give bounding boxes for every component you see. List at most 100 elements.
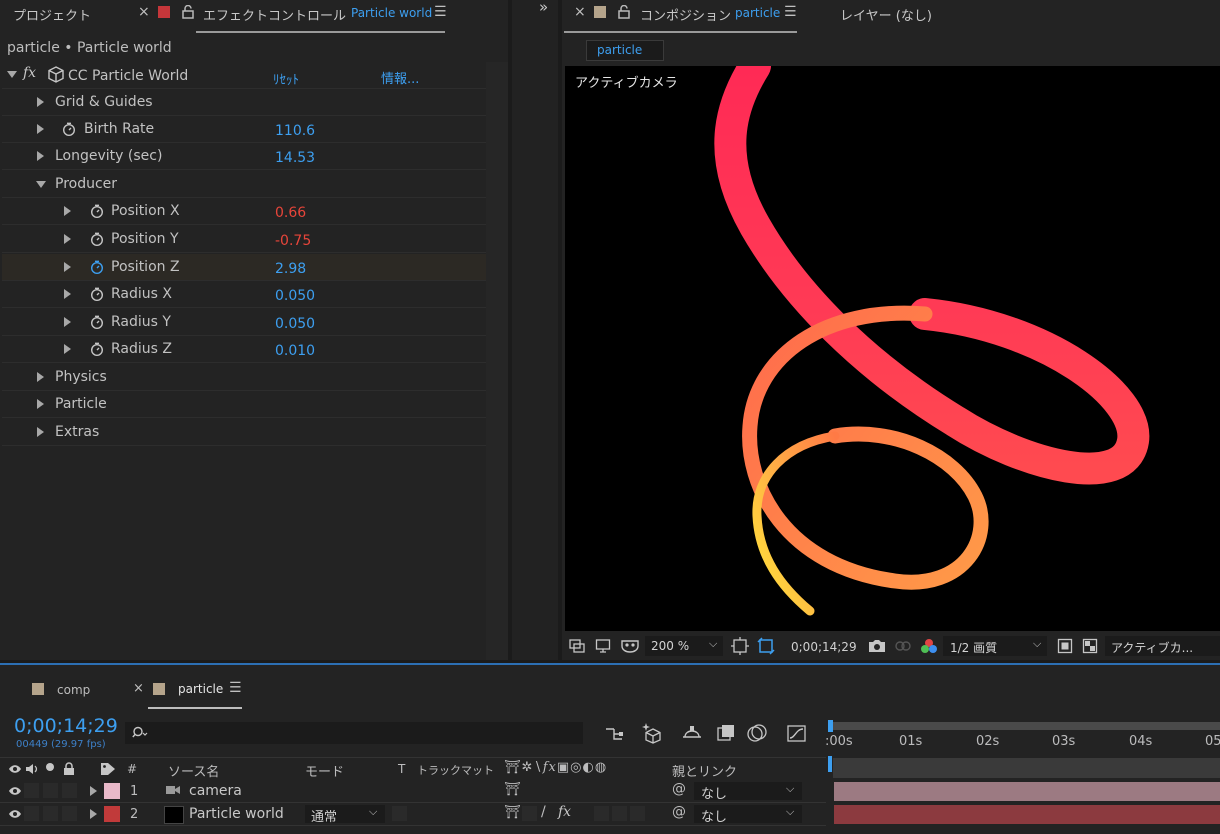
prop-row-position-z[interactable]: Position Z 2.98 (2, 254, 486, 281)
zoom-dropdown[interactable]: 200 % ⌵ (645, 636, 723, 656)
stopwatch-icon[interactable] (90, 204, 104, 218)
graph-editor-icon[interactable] (786, 723, 808, 743)
audio-toggle[interactable] (24, 783, 39, 798)
panel-menu-icon[interactable]: ☰ (229, 680, 242, 696)
prop-row-extras[interactable]: Extras (2, 419, 486, 446)
prop-row-radius-x[interactable]: Radius X 0.050 (2, 281, 486, 308)
expand-triangle-icon[interactable] (37, 372, 44, 382)
stopwatch-icon[interactable] (62, 122, 76, 136)
prop-row-radius-z[interactable]: Radius Z 0.010 (2, 336, 486, 363)
prop-value[interactable]: 0.050 (275, 316, 315, 332)
layer-name[interactable]: camera (189, 783, 242, 799)
audio-icon[interactable] (25, 762, 39, 776)
stopwatch-icon[interactable] (90, 315, 104, 329)
frame-blending-icon[interactable] (716, 723, 736, 743)
layer-duration-bar[interactable] (834, 805, 1220, 824)
lock-icon[interactable] (63, 762, 75, 776)
mask-visibility-icon[interactable] (620, 638, 640, 654)
comp-flowchart-icon[interactable] (604, 725, 624, 743)
solo-toggle[interactable] (43, 783, 58, 798)
expand-triangle-icon[interactable] (64, 234, 71, 244)
expand-triangle-icon[interactable] (64, 206, 71, 216)
prop-value[interactable]: 2.98 (275, 261, 306, 277)
layer-search-input[interactable] (125, 722, 583, 744)
collapse-triangle-icon[interactable] (7, 71, 17, 78)
adjustment-toggle[interactable] (630, 806, 645, 821)
pickwhip-icon[interactable]: @ (672, 781, 686, 797)
stopwatch-icon[interactable] (90, 232, 104, 246)
draft-3d-icon[interactable] (641, 722, 663, 744)
resolution-dropdown[interactable]: 1/2 画質 ⌵ (943, 636, 1047, 656)
fx-icon[interactable]: fx (23, 65, 36, 81)
layer-label-color[interactable] (104, 806, 120, 822)
expand-triangle-icon[interactable] (37, 399, 44, 409)
camera-snapshot-icon[interactable] (868, 638, 886, 654)
parent-dropdown[interactable]: なし ⌵ (694, 782, 802, 802)
prop-row-birth-rate[interactable]: Birth Rate 110.6 (2, 116, 486, 143)
prop-row-producer[interactable]: Producer (2, 171, 486, 198)
layer-label-color[interactable] (104, 783, 120, 799)
work-area-bar[interactable] (830, 722, 1220, 730)
fast-preview-icon[interactable] (1057, 638, 1073, 654)
quality-switch-icon[interactable]: / (541, 804, 546, 820)
color-channels-icon[interactable] (920, 638, 938, 654)
prop-row-radius-y[interactable]: Radius Y 0.050 (2, 309, 486, 336)
prop-row-particle[interactable]: Particle (2, 391, 486, 418)
work-area-start-marker[interactable] (828, 720, 833, 732)
prop-value[interactable]: 0.010 (275, 343, 315, 359)
comp-viewer[interactable]: アクティブカメラ (565, 66, 1220, 631)
prop-row-grid-guides[interactable]: Grid & Guides (2, 89, 486, 116)
panel-menu-icon[interactable]: ☰ (784, 4, 797, 20)
expand-triangle-icon[interactable] (90, 786, 97, 796)
layer-row[interactable]: 2 Particle world 通常 ⌵ ⛩ / fx @ なし ⌵ (0, 803, 826, 826)
expand-panels-icon[interactable]: » (539, 0, 548, 16)
timeline-tab-particle[interactable]: particle (178, 682, 223, 696)
switch-shy-icon[interactable]: ⛩ (504, 782, 521, 797)
prop-value[interactable]: 0.66 (275, 205, 306, 221)
prop-value[interactable]: 14.53 (275, 150, 315, 166)
tab-composition[interactable]: コンポジション (640, 5, 731, 24)
expand-triangle-icon[interactable] (64, 262, 71, 272)
prop-row-physics[interactable]: Physics (2, 364, 486, 391)
prop-value[interactable]: -0.75 (275, 233, 311, 249)
lock-open-icon[interactable] (182, 5, 194, 19)
tab-effect-controls[interactable]: エフェクトコントロール (203, 5, 346, 24)
expand-triangle-icon[interactable] (64, 344, 71, 354)
expand-triangle-icon[interactable] (64, 317, 71, 327)
expand-triangle-icon[interactable] (37, 427, 44, 437)
prop-value[interactable]: 110.6 (275, 123, 315, 139)
prop-value[interactable]: 0.050 (275, 288, 315, 304)
solo-icon[interactable] (46, 763, 54, 771)
audio-toggle[interactable] (24, 806, 39, 821)
stopwatch-active-icon[interactable] (90, 260, 104, 274)
prop-row-position-y[interactable]: Position Y -0.75 (2, 226, 486, 253)
lock-toggle[interactable] (62, 806, 77, 821)
expand-triangle-icon[interactable] (90, 809, 97, 819)
panel-scrollbar[interactable] (486, 62, 508, 660)
frame-blend-toggle[interactable] (594, 806, 609, 821)
close-icon[interactable]: × (138, 4, 150, 20)
current-time-indicator[interactable] (828, 756, 832, 772)
eye-icon[interactable] (8, 764, 22, 774)
motion-blur-toggle[interactable] (612, 806, 627, 821)
time-ruler[interactable]: :00s 01s 02s 03s 04s 05 (825, 720, 1220, 756)
grid-guides-icon[interactable] (731, 637, 749, 655)
reset-link[interactable]: ﾘｾｯﾄ (273, 69, 299, 88)
stopwatch-icon[interactable] (90, 287, 104, 301)
prop-row-longevity[interactable]: Longevity (sec) 14.53 (2, 143, 486, 170)
transparency-grid-icon[interactable] (1082, 638, 1098, 654)
view-dropdown[interactable]: アクティブカ... (1105, 636, 1220, 656)
timeline-tab-comp[interactable]: comp (57, 683, 90, 697)
stopwatch-icon[interactable] (90, 342, 104, 356)
motion-blur-icon[interactable] (746, 723, 768, 743)
prop-row-position-x[interactable]: Position X 0.66 (2, 198, 486, 225)
parent-dropdown[interactable]: なし ⌵ (694, 805, 802, 825)
blend-mode-dropdown[interactable]: 通常 ⌵ (305, 805, 385, 825)
expand-triangle-icon[interactable] (37, 97, 44, 107)
layer-duration-bar[interactable] (834, 782, 1220, 801)
expand-triangle-icon[interactable] (37, 151, 44, 161)
label-tag-icon[interactable] (100, 762, 116, 776)
always-preview-icon[interactable] (569, 638, 585, 654)
show-snapshot-icon[interactable] (894, 638, 912, 654)
tab-project[interactable]: プロジェクト (13, 5, 91, 24)
